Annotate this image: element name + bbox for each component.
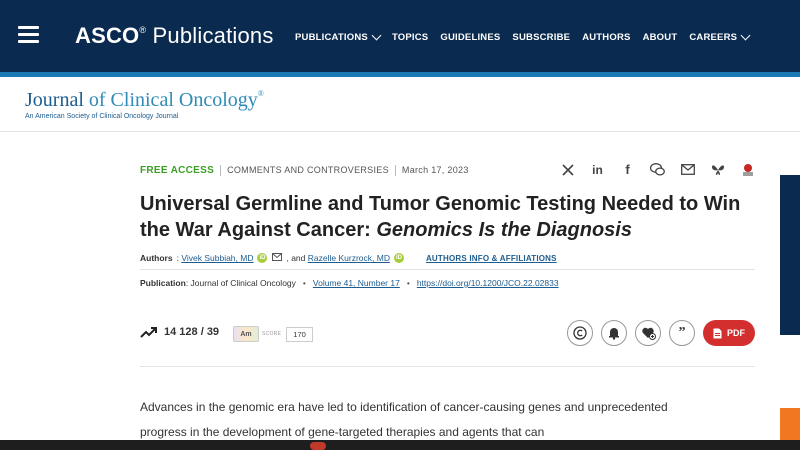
publication-label: Publication bbox=[140, 278, 186, 288]
pdf-button[interactable]: PDF bbox=[703, 320, 755, 346]
journal-bar: Journal of Clinical Oncology® An America… bbox=[0, 77, 800, 132]
heart-add-icon bbox=[641, 327, 656, 340]
pdf-label: PDF bbox=[727, 328, 745, 338]
altmetric-score: 170 bbox=[286, 326, 313, 342]
x-icon[interactable] bbox=[560, 162, 575, 177]
article-actions: ” PDF bbox=[567, 320, 755, 346]
brand-rest: Publications bbox=[152, 23, 274, 48]
authors-label: Authors bbox=[140, 253, 173, 263]
volume-link[interactable]: Volume 41, Number 17 bbox=[313, 278, 400, 288]
main-nav: PUBLICATIONS TOPICS GUIDELINES SUBSCRIBE… bbox=[295, 30, 761, 43]
side-banner[interactable] bbox=[780, 175, 800, 335]
author-link-kurzrock[interactable]: Razelle Kurzrock, MD bbox=[308, 253, 390, 263]
altmetric-widget[interactable]: Am SCORE 170 bbox=[233, 326, 313, 342]
favorite-button[interactable] bbox=[635, 320, 661, 346]
facebook-icon[interactable]: f bbox=[620, 162, 635, 177]
journal-title-rest: of Clinical Oncology bbox=[88, 89, 258, 111]
copyright-icon bbox=[573, 326, 587, 340]
authors-info-link[interactable]: AUTHORS INFO & AFFILIATIONS bbox=[426, 254, 557, 263]
orcid-icon[interactable]: iD bbox=[257, 253, 268, 263]
share-bar: in f bbox=[560, 162, 755, 177]
authors-row: Authors: Vivek Subbiah, MD iD , and Raze… bbox=[140, 253, 557, 263]
nav-topics[interactable]: TOPICS bbox=[392, 32, 428, 43]
orcid-icon[interactable]: iD bbox=[393, 253, 404, 263]
brand-bold: ASCO bbox=[75, 23, 140, 48]
author-joiner: , and bbox=[286, 253, 306, 263]
trending-up-icon bbox=[140, 327, 157, 338]
article-date: March 17, 2023 bbox=[401, 165, 469, 175]
title-italic: Genomics Is the Diagnosis bbox=[376, 219, 632, 241]
browser-bottom-bar bbox=[0, 440, 800, 450]
altmetric-badge: Am bbox=[233, 326, 259, 342]
divider bbox=[140, 366, 755, 367]
nav-careers[interactable]: CAREERS bbox=[689, 30, 751, 43]
quote-icon: ” bbox=[678, 325, 686, 340]
email-icon[interactable] bbox=[272, 253, 283, 263]
metrics-counter[interactable]: 14 128 / 39 bbox=[140, 326, 219, 338]
chevron-down-icon bbox=[371, 30, 382, 41]
doi-link[interactable]: https://doi.org/10.1200/JCO.22.02833 bbox=[417, 278, 559, 288]
divider bbox=[140, 269, 755, 270]
copyright-button[interactable] bbox=[567, 320, 593, 346]
author-link-subbiah[interactable]: Vivek Subbiah, MD bbox=[181, 253, 253, 263]
nav-authors[interactable]: AUTHORS bbox=[582, 32, 630, 43]
linkedin-icon[interactable]: in bbox=[590, 162, 605, 177]
side-orange-button[interactable] bbox=[780, 408, 800, 440]
record-indicator bbox=[310, 442, 326, 450]
alert-button[interactable] bbox=[601, 320, 627, 346]
article-title: Universal Germline and Tumor Genomic Tes… bbox=[140, 191, 755, 243]
article-body: Advances in the genomic era have led to … bbox=[140, 400, 668, 439]
free-access-badge: FREE ACCESS bbox=[140, 164, 215, 176]
bell-icon bbox=[609, 328, 619, 340]
nav-subscribe[interactable]: SUBSCRIBE bbox=[512, 32, 570, 43]
journal-logo[interactable]: Journal of Clinical Oncology® An America… bbox=[25, 89, 264, 120]
publication-journal: : Journal of Clinical Oncology bbox=[185, 278, 296, 288]
asco-logo[interactable]: ASCO® Publications bbox=[75, 23, 274, 49]
article-header: FREE ACCESS COMMENTS AND CONTROVERSIES M… bbox=[140, 160, 755, 288]
publication-row: Publication : Journal of Clinical Oncolo… bbox=[140, 278, 559, 288]
metrics-value: 14 128 / 39 bbox=[164, 326, 220, 338]
journal-subtitle: An American Society of Clinical Oncology… bbox=[25, 113, 179, 120]
article-section[interactable]: COMMENTS AND CONTROVERSIES bbox=[227, 165, 389, 175]
altmetric-label: SCORE bbox=[262, 331, 282, 337]
nav-guidelines[interactable]: GUIDELINES bbox=[440, 32, 500, 43]
metrics-row: 14 128 / 39 Am SCORE 170 ” PDF bbox=[140, 320, 755, 350]
cite-button[interactable]: ” bbox=[669, 320, 695, 346]
nav-publications[interactable]: PUBLICATIONS bbox=[295, 30, 382, 43]
nav-about[interactable]: ABOUT bbox=[643, 32, 678, 43]
wechat-icon[interactable] bbox=[650, 162, 665, 177]
bluesky-icon[interactable] bbox=[710, 162, 725, 177]
pdf-icon bbox=[713, 328, 722, 338]
email-icon[interactable] bbox=[680, 162, 695, 177]
top-nav-bar: ASCO® Publications PUBLICATIONS TOPICS G… bbox=[0, 0, 800, 72]
mendeley-icon[interactable] bbox=[740, 162, 755, 177]
chevron-down-icon bbox=[740, 30, 751, 41]
menu-icon[interactable] bbox=[18, 26, 39, 43]
journal-title-first: Journal bbox=[25, 89, 84, 111]
